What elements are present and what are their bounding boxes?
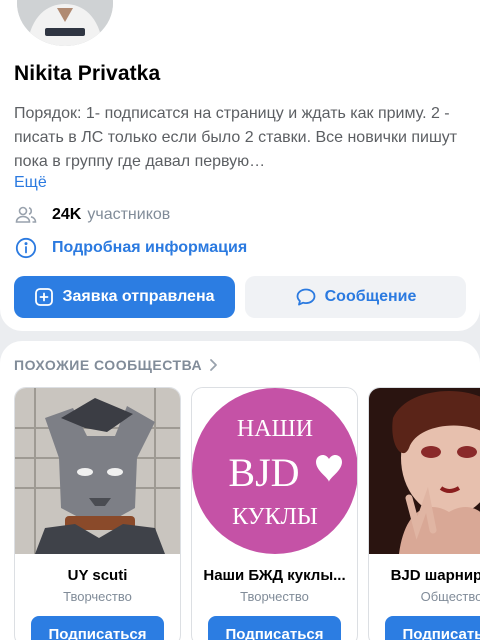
request-sent-button[interactable]: Заявка отправлена — [14, 276, 235, 318]
message-label: Сообщение — [324, 288, 417, 305]
community-card[interactable]: BJD шарнирные Общество Подписаться — [368, 387, 480, 640]
community-name: BJD шарнирные — [390, 567, 480, 584]
info-icon — [14, 236, 38, 260]
community-category: Общество — [420, 589, 480, 604]
community-avatar: НАШИ BJD КУКЛЫ — [192, 388, 357, 554]
subscribe-button[interactable]: Подписаться — [385, 616, 480, 640]
logo-text-top: НАШИ — [237, 416, 313, 442]
message-bubble-icon — [296, 288, 316, 306]
logo-text-mid: BJD — [228, 450, 299, 495]
group-title: Nikita Privatka — [14, 62, 161, 85]
members-row[interactable]: 24K участников — [14, 203, 170, 227]
request-sent-label: Заявка отправлена — [62, 288, 215, 305]
subscribe-button[interactable]: Подписаться — [31, 616, 164, 640]
logo-text-bottom: КУКЛЫ — [232, 504, 318, 530]
chevron-right-icon — [210, 359, 217, 371]
community-category: Творчество — [63, 589, 132, 604]
message-button[interactable]: Сообщение — [245, 276, 466, 318]
users-icon — [14, 203, 38, 227]
community-name: Наши БЖД куклы... — [203, 567, 346, 584]
community-card[interactable]: UY scuti Творчество Подписаться — [14, 387, 181, 640]
members-label: участников — [87, 206, 171, 223]
avatar[interactable] — [17, 0, 113, 46]
community-card[interactable]: НАШИ BJD КУКЛЫ Наши БЖД куклы... Творчес… — [191, 387, 358, 640]
detailed-info-label: Подробная информация — [52, 239, 248, 256]
community-avatar — [369, 388, 480, 554]
members-count: 24K — [52, 206, 82, 223]
group-header-card: Nikita Privatka Порядок: 1- подписатся н… — [0, 0, 480, 331]
subscribe-button[interactable]: Подписаться — [208, 616, 341, 640]
similar-communities-title: ПОХОЖИЕ СООБЩЕСТВА — [14, 357, 203, 373]
community-category: Творчество — [240, 589, 309, 604]
plus-square-icon — [35, 288, 54, 306]
show-more-link[interactable]: Ещё — [14, 174, 47, 192]
group-description: Порядок: 1- подписатся на страницу и жда… — [14, 105, 458, 170]
similar-communities-header[interactable]: ПОХОЖИЕ СООБЩЕСТВА — [14, 357, 218, 373]
community-avatar — [15, 388, 180, 554]
similar-communities-section: ПОХОЖИЕ СООБЩЕСТВА UY scuti Творчество П… — [0, 341, 480, 640]
community-name: UY scuti — [67, 567, 128, 584]
detailed-info-link[interactable]: Подробная информация — [14, 236, 247, 260]
